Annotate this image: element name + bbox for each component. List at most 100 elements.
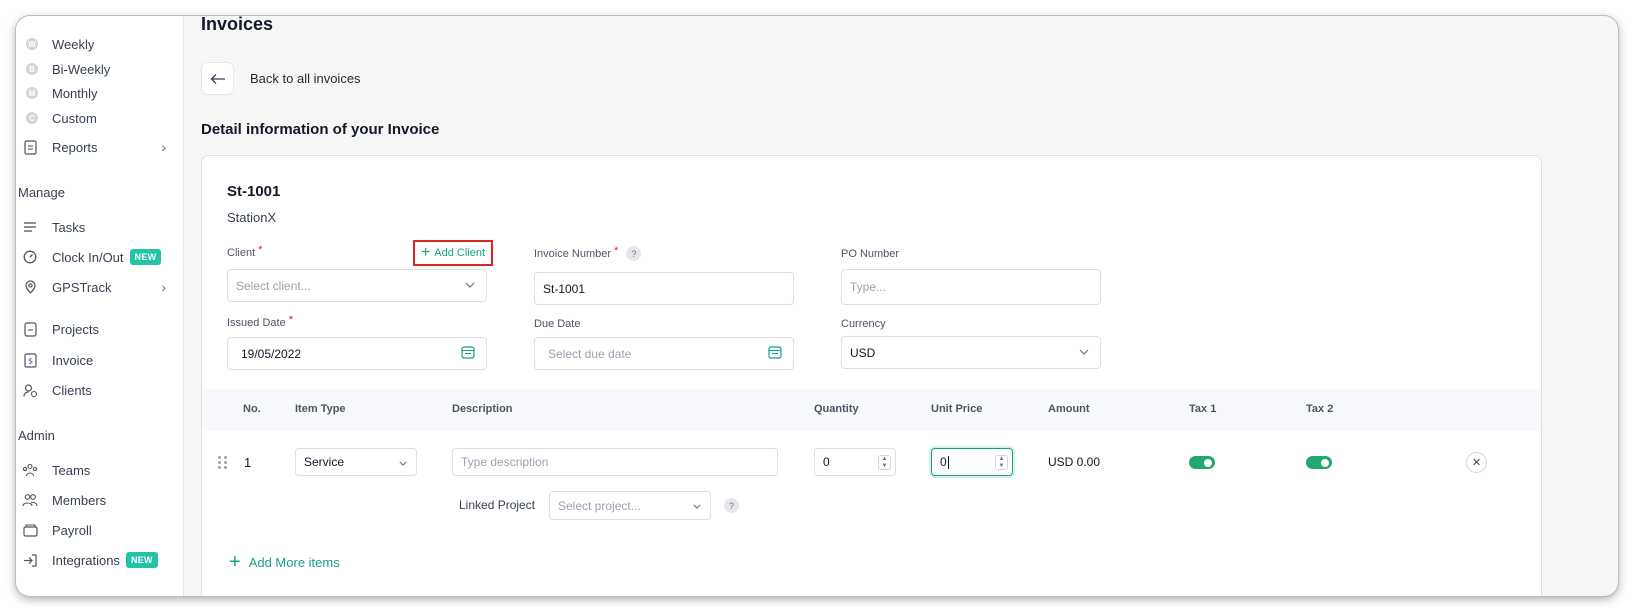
help-icon[interactable]: ? bbox=[724, 498, 739, 513]
chevron-down-icon bbox=[399, 457, 407, 469]
row-number: 1 bbox=[244, 455, 252, 470]
new-badge: NEW bbox=[125, 552, 158, 568]
sidebar-item-label: Clients bbox=[52, 382, 92, 398]
sidebar: W Weekly B Bi-Weekly M Monthly C Custom … bbox=[16, 16, 184, 596]
sidebar-item-invoice[interactable]: $ Invoice bbox=[22, 347, 172, 373]
po-number-placeholder: Type... bbox=[850, 280, 887, 294]
issued-date-value: 19/05/2022 bbox=[241, 346, 302, 361]
add-client-label: Add Client bbox=[434, 247, 486, 259]
list-icon bbox=[22, 219, 38, 235]
arrow-left-icon bbox=[210, 73, 225, 84]
report-icon bbox=[22, 139, 38, 155]
quantity-input[interactable]: 0 ▲ ▼ bbox=[814, 448, 896, 476]
col-header-amount: Amount bbox=[1048, 403, 1090, 415]
weekly-badge-icon: W bbox=[26, 38, 38, 50]
sidebar-item-label: Tasks bbox=[52, 219, 86, 235]
admin-heading: Admin bbox=[18, 428, 55, 443]
back-to-invoices-link[interactable]: Back to all invoices bbox=[250, 71, 361, 86]
sidebar-subitem-label: Weekly bbox=[52, 36, 95, 52]
invoice-card: St-1001 StationX Client * + Add Client Se… bbox=[201, 155, 1542, 596]
sidebar-item-reports[interactable]: Reports › bbox=[22, 134, 172, 160]
linked-project-select[interactable]: Select project... bbox=[549, 491, 711, 520]
tax2-toggle[interactable] bbox=[1306, 456, 1332, 469]
currency-select[interactable]: USD bbox=[841, 336, 1101, 369]
sidebar-subitem-custom[interactable]: C Custom bbox=[26, 107, 97, 129]
invoice-number-label-text: Invoice Number bbox=[534, 247, 612, 260]
members-icon bbox=[22, 492, 38, 508]
linked-project-placeholder: Select project... bbox=[558, 498, 641, 513]
quantity-value: 0 bbox=[823, 455, 830, 469]
sidebar-item-label: GPSTrack bbox=[52, 279, 112, 295]
add-more-items-label: Add More items bbox=[248, 554, 340, 570]
sidebar-subitem-weekly[interactable]: W Weekly bbox=[26, 33, 94, 55]
calendar-icon[interactable] bbox=[461, 345, 475, 362]
sidebar-item-clients[interactable]: Clients bbox=[22, 377, 172, 403]
sidebar-item-payroll[interactable]: Payroll bbox=[22, 517, 172, 543]
calendar-icon[interactable] bbox=[768, 345, 782, 362]
section-title: Detail information of your Invoice bbox=[201, 121, 440, 138]
sidebar-item-members[interactable]: Members bbox=[22, 487, 172, 513]
client-select-placeholder: Select client... bbox=[236, 278, 311, 293]
sidebar-item-gpstrack[interactable]: GPSTrack › bbox=[22, 274, 172, 300]
tax1-toggle[interactable] bbox=[1189, 456, 1215, 469]
unit-price-stepper[interactable]: ▲ ▼ bbox=[995, 455, 1008, 470]
text-cursor bbox=[947, 455, 949, 469]
add-more-items-button[interactable]: + Add More items bbox=[229, 552, 340, 572]
biweekly-badge-icon: B bbox=[26, 63, 38, 75]
sidebar-item-label: Invoice bbox=[52, 352, 94, 368]
due-date-placeholder: Select due date bbox=[548, 346, 632, 361]
col-header-tax2: Tax 2 bbox=[1306, 403, 1334, 415]
issued-date-label-text: Issued Date bbox=[227, 317, 286, 329]
invoice-number-input[interactable]: St-1001 bbox=[534, 272, 794, 305]
issued-date-input[interactable]: 19/05/2022 bbox=[227, 337, 487, 370]
map-pin-icon bbox=[22, 279, 38, 295]
po-number-input[interactable]: Type... bbox=[841, 269, 1101, 305]
invoice-number-value: St-1001 bbox=[543, 281, 586, 296]
custom-badge-icon: C bbox=[26, 112, 38, 124]
sidebar-item-label: Members bbox=[52, 492, 107, 508]
sidebar-subitem-label: Custom bbox=[52, 110, 97, 126]
sidebar-item-label: Clock In/Out bbox=[52, 249, 124, 265]
due-date-label: Due Date bbox=[534, 318, 580, 330]
sidebar-item-label: Teams bbox=[52, 462, 91, 478]
currency-label-text: Currency bbox=[841, 318, 886, 330]
col-header-no: No. bbox=[243, 403, 261, 415]
description-input[interactable]: Type description bbox=[452, 448, 778, 476]
back-button[interactable] bbox=[201, 62, 234, 95]
quantity-stepper[interactable]: ▲ ▼ bbox=[878, 455, 891, 470]
sidebar-item-teams[interactable]: Teams bbox=[22, 457, 172, 483]
due-date-input[interactable]: Select due date bbox=[534, 337, 794, 370]
sidebar-item-integrations[interactable]: Integrations NEW bbox=[22, 547, 172, 573]
sidebar-item-tasks[interactable]: Tasks bbox=[22, 214, 172, 240]
unit-price-input[interactable]: 0 ▲ ▼ bbox=[931, 448, 1013, 476]
clock-icon bbox=[22, 249, 38, 265]
new-badge: NEW bbox=[129, 249, 162, 265]
integrations-icon bbox=[22, 552, 38, 568]
linked-project-label: Linked Project bbox=[459, 498, 536, 512]
chevron-right-icon: › bbox=[161, 139, 166, 155]
teams-icon bbox=[22, 462, 38, 478]
col-header-unit-price: Unit Price bbox=[931, 403, 983, 415]
sidebar-subitem-biweekly[interactable]: B Bi-Weekly bbox=[26, 58, 110, 80]
items-table-header: No. Item Type Description Quantity Unit … bbox=[202, 389, 1541, 431]
sidebar-subitem-monthly[interactable]: M Monthly bbox=[26, 82, 98, 104]
chevron-down-icon bbox=[1079, 346, 1089, 358]
sidebar-item-label: Reports bbox=[52, 139, 98, 155]
drag-handle-icon[interactable] bbox=[218, 456, 228, 470]
invoice-number-heading: St-1001 bbox=[227, 183, 281, 200]
manage-heading: Manage bbox=[18, 185, 65, 200]
remove-item-button[interactable]: ✕ bbox=[1466, 452, 1487, 473]
help-icon[interactable]: ? bbox=[626, 246, 642, 261]
sidebar-subitem-label: Monthly bbox=[52, 85, 98, 101]
client-label: Client * bbox=[227, 244, 262, 259]
col-header-tax1: Tax 1 bbox=[1189, 403, 1217, 415]
payroll-icon bbox=[22, 522, 38, 538]
client-select[interactable]: Select client... bbox=[227, 269, 487, 302]
sidebar-item-clock-in-out[interactable]: Clock In/Out NEW bbox=[22, 244, 172, 270]
add-client-button[interactable]: + Add Client bbox=[413, 240, 493, 266]
item-type-select[interactable]: Service bbox=[295, 448, 417, 476]
chevron-down-icon bbox=[693, 500, 701, 512]
sidebar-item-projects[interactable]: Projects bbox=[22, 316, 172, 342]
client-icon bbox=[22, 382, 38, 398]
currency-value: USD bbox=[850, 345, 876, 360]
